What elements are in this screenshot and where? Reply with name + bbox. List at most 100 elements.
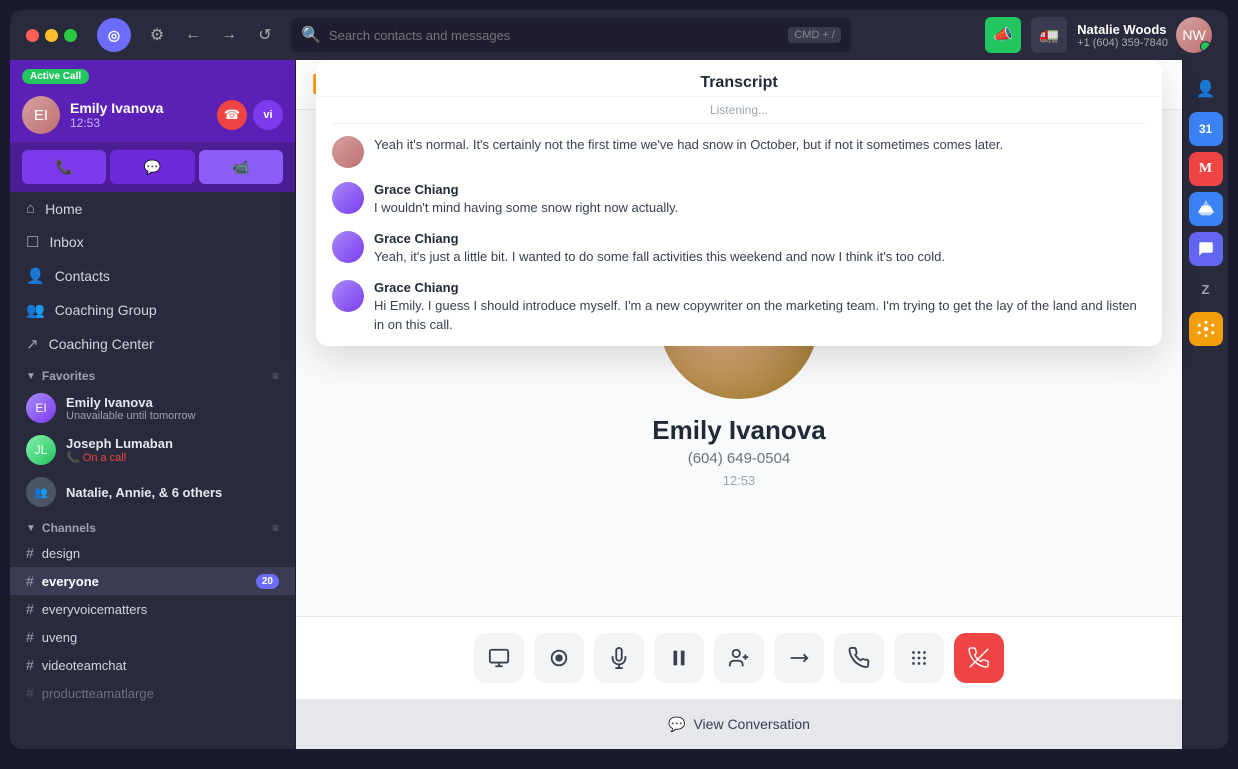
- coaching-center-icon: ↗: [26, 335, 39, 353]
- group-avatar: 👥: [26, 477, 56, 507]
- group-info: Natalie, Annie, & 6 others: [66, 485, 222, 500]
- user-avatar[interactable]: NW: [1176, 17, 1212, 53]
- call-actions: ☎ vi: [217, 100, 283, 130]
- keypad-button[interactable]: [894, 633, 944, 683]
- call-duration: 12:53: [70, 116, 163, 130]
- close-button[interactable]: [26, 29, 39, 42]
- transcript-avatar-1: [332, 136, 364, 168]
- transcript-msg-content-2: Grace Chiang I wouldn't mind having some…: [374, 182, 1146, 217]
- channel-videoteamchat[interactable]: # videoteamchat: [10, 651, 295, 679]
- main-content: Active Call EI Emily Ivanova 12:53 ☎ vi …: [10, 60, 1228, 749]
- joseph-info: Joseph Lumaban 📞 On a call: [66, 436, 173, 464]
- joseph-status: 📞 On a call: [66, 451, 173, 464]
- nav-home[interactable]: ⌂ Home: [10, 192, 295, 225]
- settings-button[interactable]: ⚙: [143, 21, 171, 49]
- everyone-badge: 20: [256, 574, 279, 589]
- hold-button[interactable]: [834, 633, 884, 683]
- call-user-row: EI Emily Ivanova 12:53 ☎ vi: [10, 90, 295, 142]
- favorite-group[interactable]: 👥 Natalie, Annie, & 6 others: [10, 471, 295, 513]
- favorites-header: ▼ Favorites ≡: [10, 361, 295, 387]
- transcript-msg-content-1: Yeah it's normal. It's certainly not the…: [374, 136, 1146, 154]
- vi-button[interactable]: vi: [253, 100, 283, 130]
- emily-info: Emily Ivanova Unavailable until tomorrow: [66, 395, 196, 422]
- channel-everyone[interactable]: # everyone 20: [10, 567, 295, 595]
- search-bar[interactable]: 🔍 CMD + /: [291, 18, 851, 52]
- video-call-button[interactable]: 📹: [199, 150, 283, 184]
- channels-drag-icon: ≡: [272, 521, 279, 535]
- back-button[interactable]: ←: [179, 21, 207, 49]
- active-call-section: Active Call: [10, 60, 295, 90]
- end-call-button[interactable]: ☎: [217, 100, 247, 130]
- right-icon-zendesk[interactable]: Z: [1189, 272, 1223, 306]
- end-call-button[interactable]: [954, 633, 1004, 683]
- call-controls: [296, 616, 1182, 699]
- view-conversation-button[interactable]: 💬 View Conversation: [296, 699, 1182, 749]
- transcript-avatar-4: [332, 280, 364, 312]
- channel-design[interactable]: # design: [10, 539, 295, 567]
- channels-header: ▼ Channels ≡: [10, 513, 295, 539]
- on-call-icon: 📞: [66, 452, 83, 464]
- call-buttons-row: 📞 💬 📹: [10, 142, 295, 192]
- transcript-panel: Transcript Listening... Yeah it's normal…: [316, 60, 1162, 346]
- right-icon-drive[interactable]: [1189, 192, 1223, 226]
- pause-button[interactable]: [654, 633, 704, 683]
- refresh-button[interactable]: ↺: [251, 21, 279, 49]
- nav-inbox[interactable]: ☐ Inbox: [10, 225, 295, 259]
- search-icon: 🔍: [301, 25, 321, 45]
- nav-coaching-group[interactable]: 👥 Coaching Group: [10, 293, 295, 327]
- nav-coaching-center[interactable]: ↗ Coaching Center: [10, 327, 295, 361]
- view-conversation-label: View Conversation: [693, 716, 809, 732]
- hash-icon: #: [26, 545, 34, 561]
- right-icon-calendar[interactable]: 31: [1189, 112, 1223, 146]
- right-icon-hubspot[interactable]: [1189, 312, 1223, 346]
- user-name: Natalie Woods: [1077, 22, 1168, 37]
- traffic-lights: [26, 29, 77, 42]
- collapse-icon[interactable]: ▼: [26, 371, 36, 382]
- conversation-icon: 💬: [668, 716, 685, 733]
- transcript-msg-content-4: Grace Chiang Hi Emily. I guess I should …: [374, 280, 1146, 333]
- broadcast-button[interactable]: 📣: [985, 17, 1021, 53]
- channels-collapse-icon[interactable]: ▼: [26, 523, 36, 534]
- main-area: 📶 🎤 👤 Transcript Listening... Yeah it's …: [296, 60, 1182, 749]
- search-input[interactable]: [329, 28, 780, 43]
- mute-button[interactable]: [594, 633, 644, 683]
- add-participant-button[interactable]: [714, 633, 764, 683]
- channel-uveng[interactable]: # uveng: [10, 623, 295, 651]
- caller-time: 12:53: [723, 473, 756, 488]
- message-call-button[interactable]: 💬: [110, 150, 194, 184]
- transcript-message-1: Yeah it's normal. It's certainly not the…: [332, 136, 1146, 168]
- call-info: Emily Ivanova 12:53: [70, 100, 163, 130]
- forward-button[interactable]: →: [215, 21, 243, 49]
- favorite-emily[interactable]: EI Emily Ivanova Unavailable until tomor…: [10, 387, 295, 429]
- transcript-message-2: Grace Chiang I wouldn't mind having some…: [332, 182, 1146, 217]
- caller-phone: (604) 649-0504: [688, 450, 791, 467]
- maximize-button[interactable]: [64, 29, 77, 42]
- screen-share-button[interactable]: [474, 633, 524, 683]
- drag-icon: ≡: [272, 369, 279, 383]
- channel-everyvoicematters[interactable]: # everyvoicematters: [10, 595, 295, 623]
- favorite-joseph[interactable]: JL Joseph Lumaban 📞 On a call: [10, 429, 295, 471]
- coaching-group-icon: 👥: [26, 301, 45, 319]
- delivery-button[interactable]: 🚛: [1031, 17, 1067, 53]
- hash-icon: #: [26, 685, 34, 701]
- transfer-button[interactable]: [774, 633, 824, 683]
- app-logo: ◎: [97, 18, 131, 52]
- transcript-listening: Listening...: [316, 97, 1162, 123]
- right-icon-gmail[interactable]: M: [1189, 152, 1223, 186]
- right-icon-person[interactable]: 👤: [1189, 72, 1223, 106]
- record-button[interactable]: [534, 633, 584, 683]
- call-user-name: Emily Ivanova: [70, 100, 163, 116]
- phone-call-button[interactable]: 📞: [22, 150, 106, 184]
- contacts-icon: 👤: [26, 267, 45, 285]
- call-avatar: EI: [22, 96, 60, 134]
- hash-icon: #: [26, 573, 34, 589]
- minimize-button[interactable]: [45, 29, 58, 42]
- search-shortcut: CMD + /: [788, 27, 841, 43]
- nav-contacts[interactable]: 👤 Contacts: [10, 259, 295, 293]
- transcript-message-3: Grace Chiang Yeah, it's just a little bi…: [332, 231, 1146, 266]
- transcript-messages: Yeah it's normal. It's certainly not the…: [316, 124, 1162, 346]
- avatar-image: NW: [1176, 17, 1212, 53]
- right-icon-chat[interactable]: [1189, 232, 1223, 266]
- user-info: Natalie Woods +1 (604) 359-7840 NW: [1077, 17, 1212, 53]
- channel-productteamatlarge[interactable]: # productteamatlarge: [10, 679, 295, 707]
